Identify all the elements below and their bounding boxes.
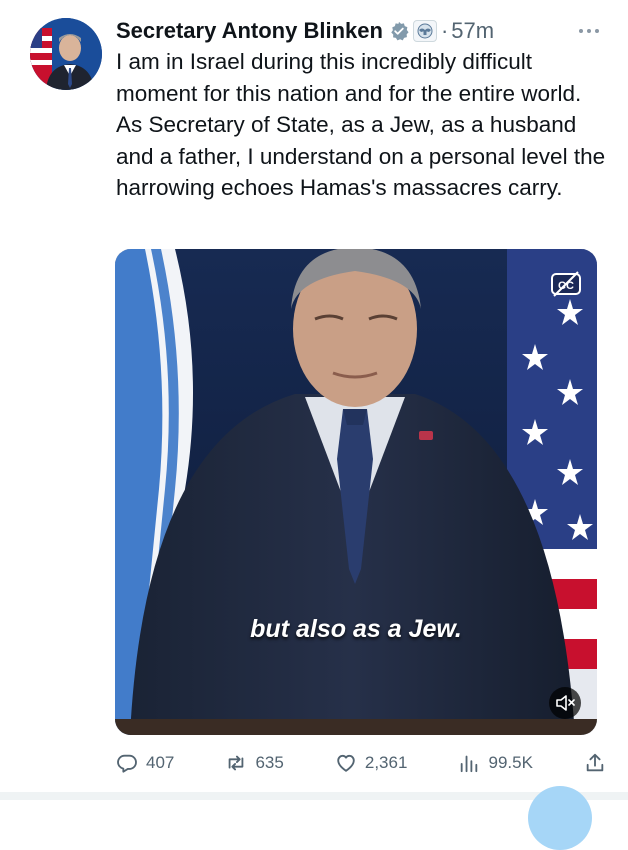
view-count: 99.5K [488,753,533,772]
repost-button[interactable]: 635 [225,752,284,774]
video-caption: but also as a Jew. [250,615,462,643]
display-name[interactable]: Secretary Antony Blinken [116,18,383,44]
mute-button[interactable] [549,687,581,719]
more-options-icon[interactable] [576,24,602,38]
timestamp[interactable]: 57m [451,18,494,44]
captions-icon[interactable]: CC [549,269,583,299]
reply-count: 407 [146,753,175,772]
like-button[interactable]: 2,361 [335,752,408,774]
compose-button[interactable] [528,786,592,850]
video-player[interactable]: but also as a Jew. CC [115,249,597,735]
separator-dot: · [440,18,449,43]
views-button[interactable]: 99.5K [458,752,533,774]
repost-icon [229,755,244,771]
reply-button[interactable]: 407 [116,752,174,774]
heart-icon [337,754,355,772]
verified-badge-icon[interactable] [389,21,409,41]
video-frame [115,249,597,735]
eagle-icon [417,23,433,39]
analytics-icon [461,755,478,773]
share-icon [586,753,604,772]
avatar[interactable] [30,18,102,90]
share-button[interactable] [584,752,606,774]
government-seal-icon[interactable] [412,20,437,42]
speaker-muted-icon [556,695,575,711]
tweet-actions: 407 635 2,361 99.5K [116,748,606,778]
like-count: 2,361 [364,753,408,772]
tweet-text: I am in Israel during this incredibly di… [116,49,606,200]
tweet-header: Secretary Antony Blinken · 57m [116,16,608,46]
reply-icon [117,754,137,773]
repost-count: 635 [255,753,284,772]
avatar-image [30,18,102,90]
